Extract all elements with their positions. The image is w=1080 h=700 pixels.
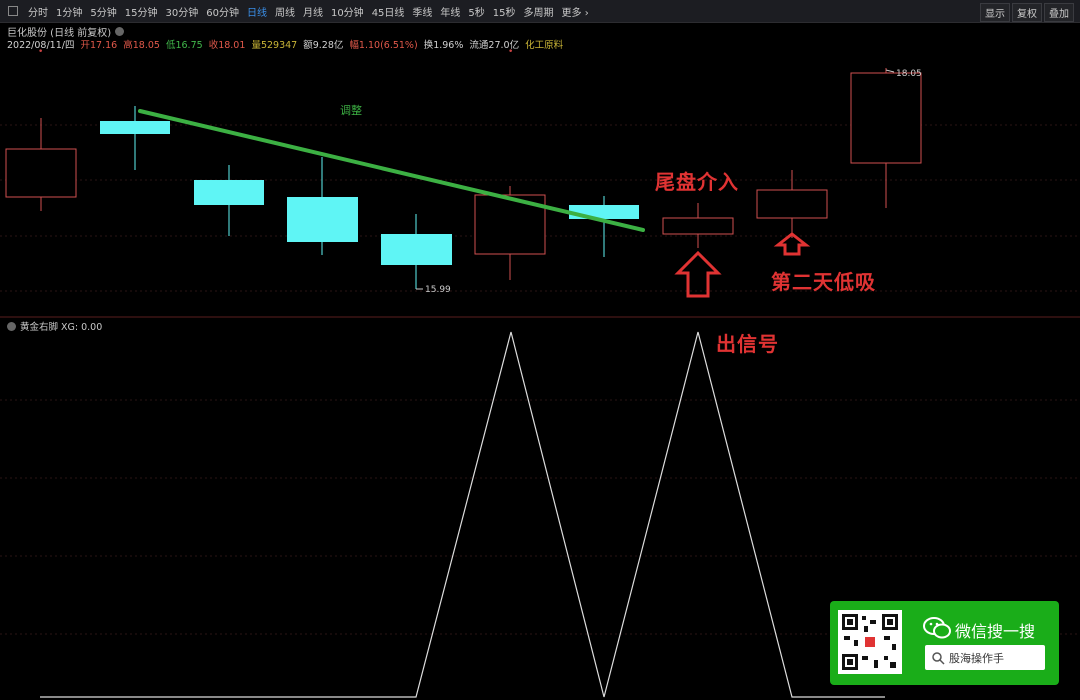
indicator-settings-icon[interactable] (7, 321, 16, 331)
chart-canvas: • • 15.99 18.05 调整 (0, 47, 1080, 698)
qr-code-icon (842, 614, 898, 670)
trend-line (138, 109, 645, 232)
xg-signal-line (40, 331, 885, 698)
big-up-arrow-icon (674, 250, 722, 298)
low-marker-label: 15.99 (425, 285, 451, 295)
trend-label: 调整 (340, 103, 362, 117)
annotation-tail-entry: 尾盘介入 (655, 170, 739, 194)
search-icon (932, 651, 945, 665)
candle-4 (287, 157, 358, 255)
candle-3 (194, 165, 264, 236)
high-marker-tick (885, 69, 895, 73)
top-marker-1: • (38, 47, 43, 57)
wechat-icon (923, 617, 951, 639)
indicator-header: 黄金右脚 XG: 0.00 (7, 319, 102, 333)
wechat-search-text: 股海操作手 (949, 651, 1004, 665)
candle-10 (850, 68, 922, 208)
wechat-search-box: 微信搜一搜 股海操作手 (830, 601, 1059, 685)
candle-5 (381, 214, 452, 289)
wechat-search-field[interactable]: 股海操作手 (925, 645, 1045, 670)
top-marker-2: • (508, 47, 513, 57)
high-marker-label: 18.05 (896, 69, 922, 79)
wechat-search-title: 微信搜一搜 (955, 622, 1036, 641)
qr-code (838, 610, 902, 674)
annotation-signal: 出信号 (716, 332, 779, 356)
annotation-next-day: 第二天低吸 (771, 270, 876, 294)
indicator-title: 黄金右脚 XG: 0.00 (20, 322, 103, 333)
candle-8 (662, 203, 734, 248)
candle-1 (5, 118, 77, 211)
